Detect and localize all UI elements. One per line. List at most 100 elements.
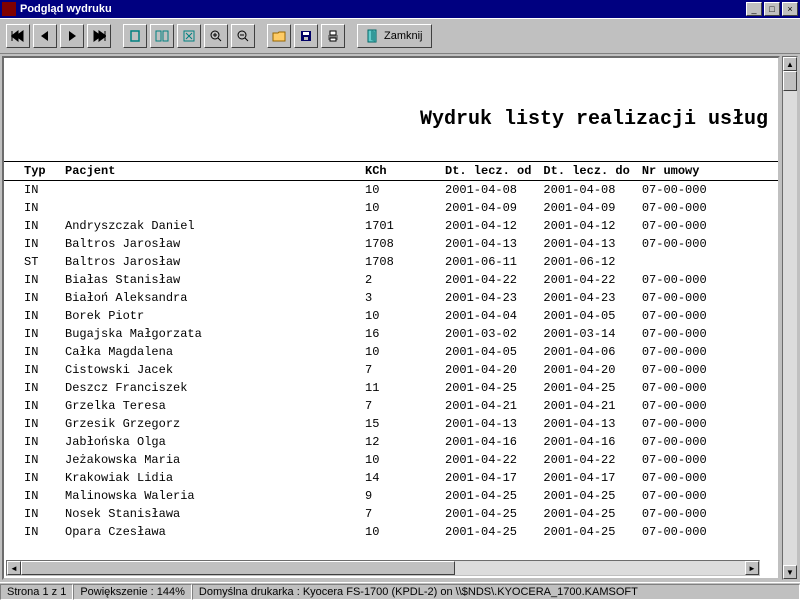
table-row: INKrakowiak Lidia142001-04-172001-04-170… [4,469,778,487]
cell-typ: IN [4,235,59,253]
document-title: Wydruk listy realizacji usług [4,58,778,161]
cell-typ: IN [4,397,59,415]
close-preview-button[interactable]: Zamknij [357,24,432,48]
cell-pacjent: Jabłońska Olga [59,433,359,451]
minimize-button[interactable]: _ [746,2,762,16]
single-page-button[interactable] [123,24,147,48]
cell-kch: 10 [359,523,439,541]
hscroll-thumb[interactable] [21,561,455,575]
page-viewport[interactable]: Wydruk listy realizacji usług Typ Pacjen… [2,56,780,580]
cell-do: 2001-04-13 [537,235,635,253]
cell-kch: 7 [359,361,439,379]
cell-typ: IN [4,271,59,289]
cell-od: 2001-04-05 [439,343,537,361]
table-row: INBaltros Jarosław17082001-04-132001-04-… [4,235,778,253]
cell-typ: IN [4,505,59,523]
cell-do: 2001-04-20 [537,361,635,379]
cell-od: 2001-04-21 [439,397,537,415]
next-page-button[interactable] [60,24,84,48]
cell-do: 2001-04-05 [537,307,635,325]
cell-od: 2001-04-22 [439,451,537,469]
cell-kch: 12 [359,433,439,451]
window-title: Podgląd wydruku [20,3,744,15]
cell-pacjent: Baltros Jarosław [59,253,359,271]
cell-kch: 1708 [359,235,439,253]
cell-pacjent: Opara Czesława [59,523,359,541]
cell-kch: 10 [359,181,439,200]
cell-od: 2001-04-17 [439,469,537,487]
cell-pacjent: Całka Magdalena [59,343,359,361]
col-pacjent: Pacjent [59,162,359,181]
cell-nr: 07-00-000 [636,487,778,505]
zoom-in-button[interactable] [204,24,228,48]
cell-do: 2001-04-13 [537,415,635,433]
cell-od: 2001-04-23 [439,289,537,307]
scroll-down-button[interactable]: ▼ [783,565,797,579]
cell-kch: 7 [359,505,439,523]
cell-kch: 15 [359,415,439,433]
cell-od: 2001-04-16 [439,433,537,451]
zoom-out-button[interactable] [231,24,255,48]
cell-kch: 7 [359,397,439,415]
cell-nr: 07-00-000 [636,415,778,433]
status-printer: Domyślna drukarka : Kyocera FS-1700 (KPD… [192,584,800,600]
cell-kch: 2 [359,271,439,289]
open-button[interactable] [267,24,291,48]
cell-typ: IN [4,343,59,361]
cell-pacjent: Grzesik Grzegorz [59,415,359,433]
cell-typ: IN [4,217,59,235]
vscroll-thumb[interactable] [783,71,797,91]
cell-od: 2001-04-25 [439,487,537,505]
cell-nr: 07-00-000 [636,343,778,361]
cell-od: 2001-04-22 [439,271,537,289]
horizontal-scrollbar[interactable]: ◄ ► [6,560,760,576]
cell-do: 2001-04-25 [537,487,635,505]
cell-do: 2001-04-16 [537,433,635,451]
cell-od: 2001-03-02 [439,325,537,343]
cell-pacjent: Jeżakowska Maria [59,451,359,469]
multi-page-button[interactable] [150,24,174,48]
status-bar: Strona 1 z 1 Powiększenie : 144% Domyśln… [0,582,800,600]
cell-nr: 07-00-000 [636,217,778,235]
col-dt-do: Dt. lecz. do [537,162,635,181]
table-header-row: Typ Pacjent KCh Dt. lecz. od Dt. lecz. d… [4,162,778,181]
cell-nr: 07-00-000 [636,379,778,397]
cell-do: 2001-04-22 [537,451,635,469]
cell-nr: 07-00-000 [636,505,778,523]
print-button[interactable] [321,24,345,48]
cell-pacjent: Borek Piotr [59,307,359,325]
cell-od: 2001-04-08 [439,181,537,200]
scroll-up-button[interactable]: ▲ [783,57,797,71]
close-window-button[interactable]: × [782,2,798,16]
prev-page-button[interactable] [33,24,57,48]
cell-kch: 3 [359,289,439,307]
status-zoom: Powiększenie : 144% [73,584,192,600]
cell-kch: 10 [359,199,439,217]
fit-page-button[interactable] [177,24,201,48]
preview-area: Wydruk listy realizacji usług Typ Pacjen… [0,54,800,582]
cell-nr: 07-00-000 [636,199,778,217]
cell-nr: 07-00-000 [636,361,778,379]
table-row: INDeszcz Franciszek112001-04-252001-04-2… [4,379,778,397]
cell-od: 2001-04-13 [439,235,537,253]
last-page-button[interactable] [87,24,111,48]
col-nr-umowy: Nr umowy [636,162,778,181]
cell-kch: 1701 [359,217,439,235]
table-row: INGrzesik Grzegorz152001-04-132001-04-13… [4,415,778,433]
first-page-button[interactable] [6,24,30,48]
cell-do: 2001-04-22 [537,271,635,289]
cell-pacjent: Baltros Jarosław [59,235,359,253]
status-page: Strona 1 z 1 [0,584,73,600]
scroll-right-button[interactable]: ► [745,561,759,575]
vertical-scrollbar[interactable]: ▲ ▼ [782,56,798,580]
cell-pacjent: Nosek Stanisława [59,505,359,523]
save-button[interactable] [294,24,318,48]
cell-do: 2001-06-12 [537,253,635,271]
cell-nr: 07-00-000 [636,271,778,289]
cell-do: 2001-03-14 [537,325,635,343]
maximize-button[interactable]: □ [764,2,780,16]
cell-od: 2001-04-12 [439,217,537,235]
table-row: INMalinowska Waleria92001-04-252001-04-2… [4,487,778,505]
table-row: INBiałas Stanisław22001-04-222001-04-220… [4,271,778,289]
scroll-left-button[interactable]: ◄ [7,561,21,575]
